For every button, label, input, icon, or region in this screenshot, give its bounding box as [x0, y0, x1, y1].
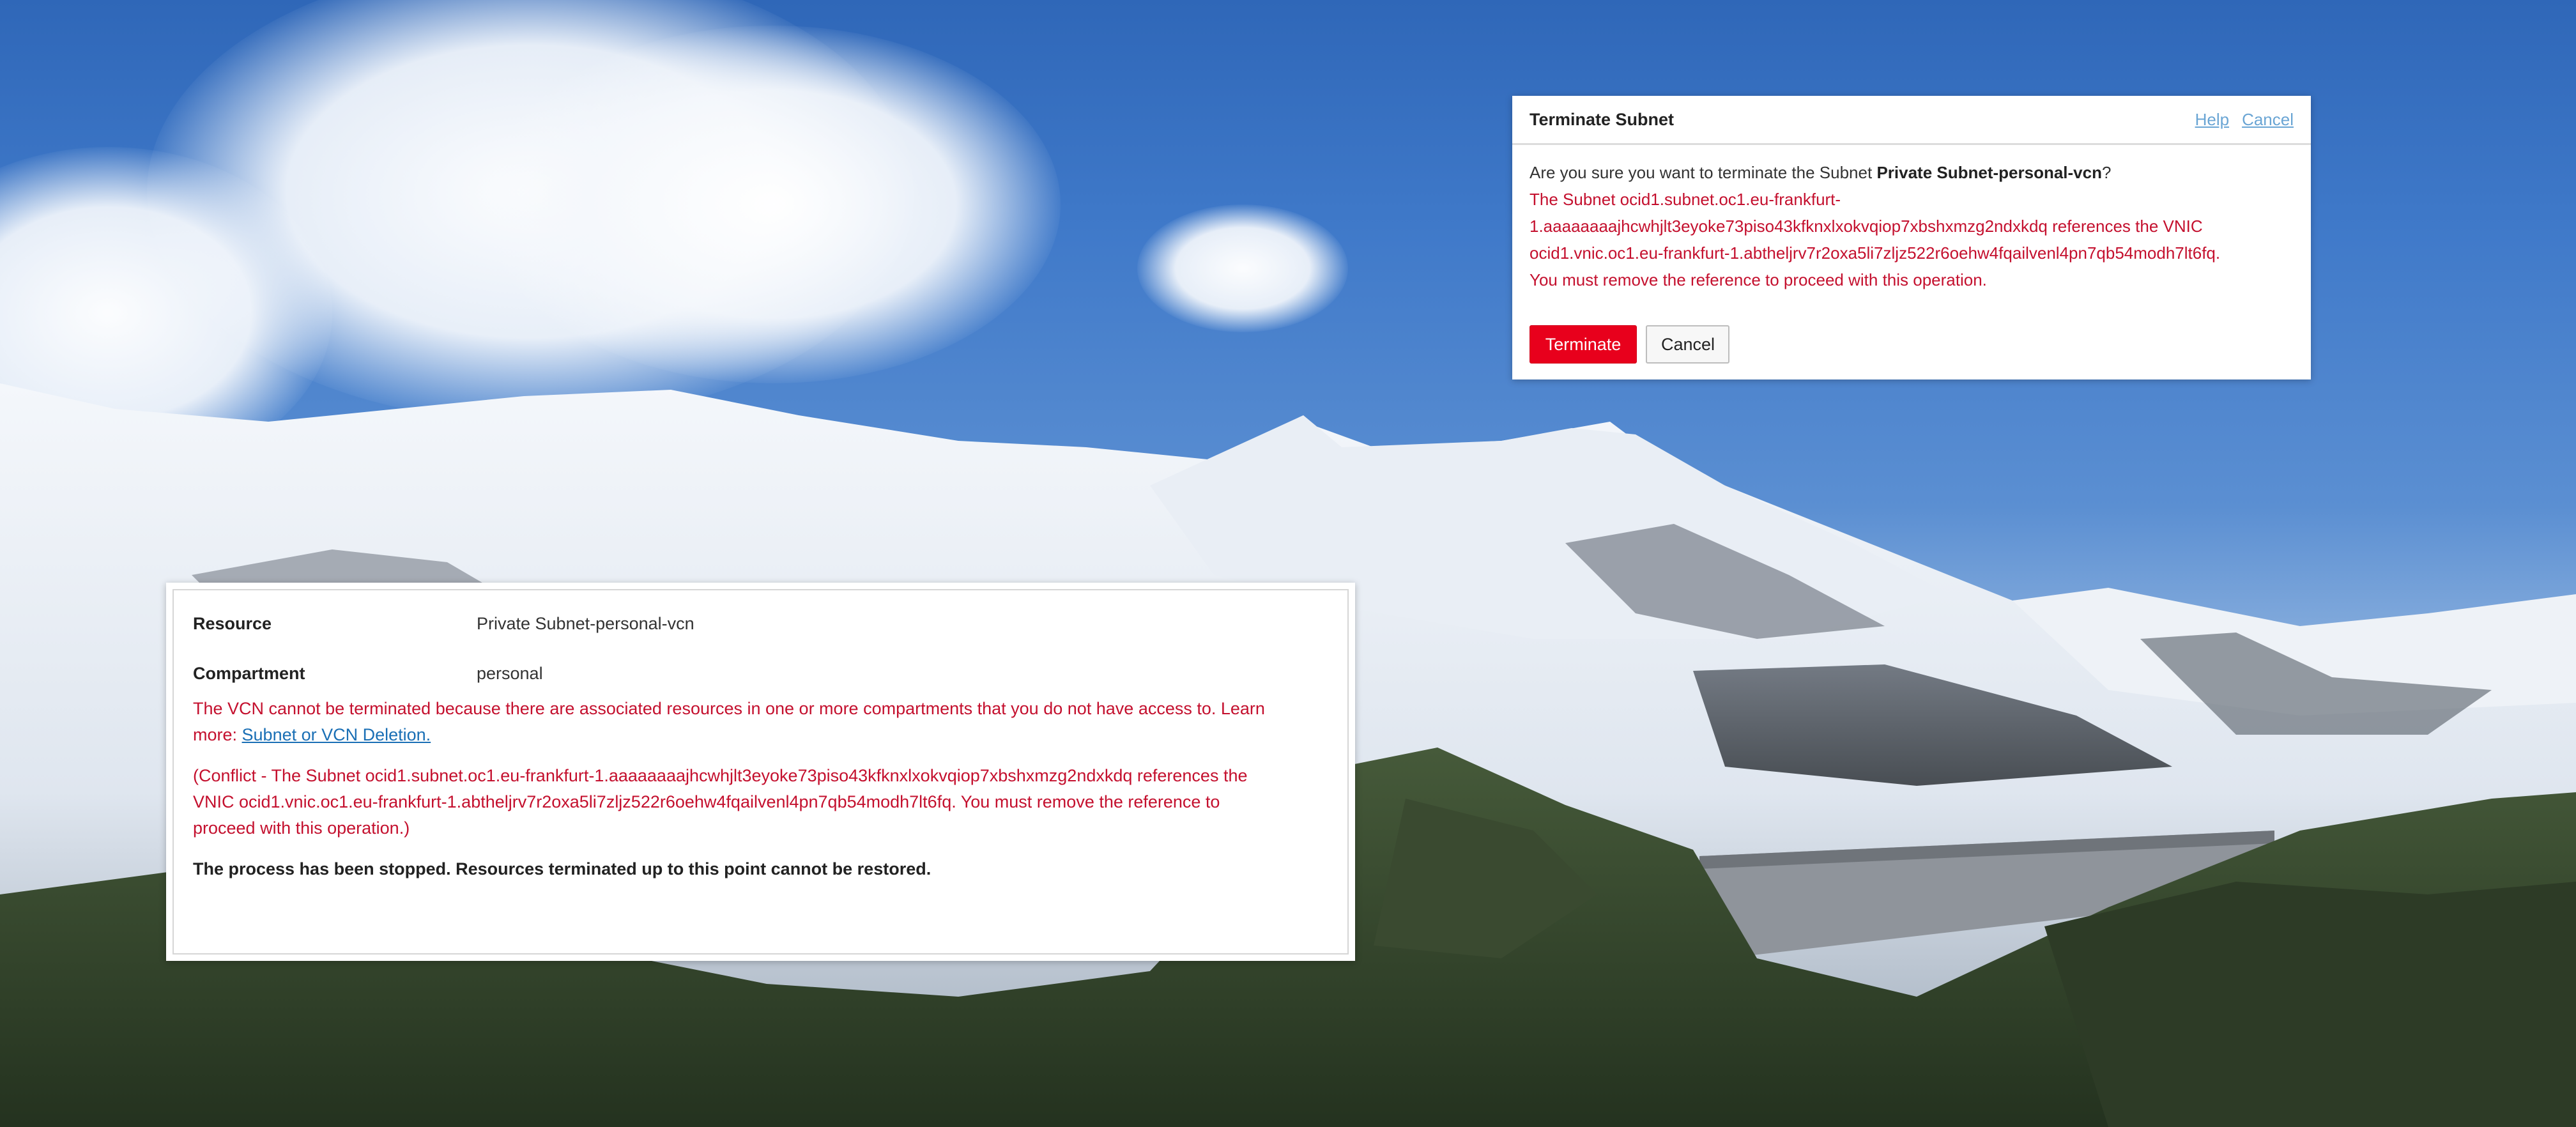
- error-line: You must remove the reference to proceed…: [1529, 270, 1987, 289]
- termination-status-panel: Resource Private Subnet-personal-vcn Com…: [166, 583, 1355, 961]
- error-line: The Subnet ocid1.subnet.oc1.eu-frankfurt…: [1529, 190, 1841, 209]
- conflict-line: proceed with this operation.): [193, 818, 410, 838]
- confirm-question: Are you sure you want to terminate the S…: [1529, 159, 2294, 186]
- error-line: ocid1.vnic.oc1.eu-frankfurt-1.abtheljrv7…: [1529, 243, 2221, 263]
- conflict-message: (Conflict - The Subnet ocid1.subnet.oc1.…: [193, 763, 1328, 841]
- dialog-header-links: Help Cancel: [2195, 110, 2294, 130]
- compartment-value: personal: [477, 664, 543, 683]
- resource-value: Private Subnet-personal-vcn: [477, 614, 694, 633]
- subnet-vcn-deletion-link[interactable]: Subnet or VCN Deletion.: [242, 725, 431, 744]
- compartment-label: Compartment: [193, 664, 305, 683]
- terminate-button[interactable]: Terminate: [1529, 325, 1637, 364]
- dialog-title: Terminate Subnet: [1529, 109, 1675, 129]
- cancel-link[interactable]: Cancel: [2242, 110, 2294, 130]
- subnet-name: Private Subnet-personal-vcn: [1876, 163, 2102, 182]
- conflict-line: (Conflict - The Subnet ocid1.subnet.oc1.…: [193, 766, 1248, 785]
- vcn-error-message: The VCN cannot be terminated because the…: [193, 696, 1328, 748]
- resource-row: Resource Private Subnet-personal-vcn: [193, 611, 1328, 637]
- status-panel-content: Resource Private Subnet-personal-vcn Com…: [172, 589, 1349, 954]
- question-suffix: ?: [2101, 163, 2112, 182]
- dialog-header: Terminate Subnet Help Cancel: [1512, 96, 2311, 145]
- help-link[interactable]: Help: [2195, 110, 2229, 130]
- resource-label: Resource: [193, 614, 272, 633]
- compartment-row: Compartment personal: [193, 661, 1328, 687]
- question-prefix: Are you sure you want to terminate the S…: [1529, 163, 1877, 182]
- vcn-error-line-2: more: Subnet or VCN Deletion.: [193, 722, 1328, 748]
- dialog-actions: Terminate Cancel: [1529, 325, 1729, 364]
- dialog-error-message: The Subnet ocid1.subnet.oc1.eu-frankfurt…: [1529, 186, 2294, 293]
- cancel-button[interactable]: Cancel: [1646, 325, 1729, 364]
- vcn-error-line: The VCN cannot be terminated because the…: [193, 699, 1265, 718]
- terminate-subnet-dialog: Terminate Subnet Help Cancel Are you sur…: [1512, 96, 2311, 379]
- learn-more-prefix: more:: [193, 725, 242, 744]
- conflict-line: VNIC ocid1.vnic.oc1.eu-frankfurt-1.abthe…: [193, 792, 1220, 811]
- dialog-body: Are you sure you want to terminate the S…: [1512, 145, 2311, 293]
- process-stopped-message: The process has been stopped. Resources …: [193, 859, 931, 878]
- error-line: 1.aaaaaaaajhcwhjlt3eyoke73piso43kfknxlxo…: [1529, 217, 2203, 236]
